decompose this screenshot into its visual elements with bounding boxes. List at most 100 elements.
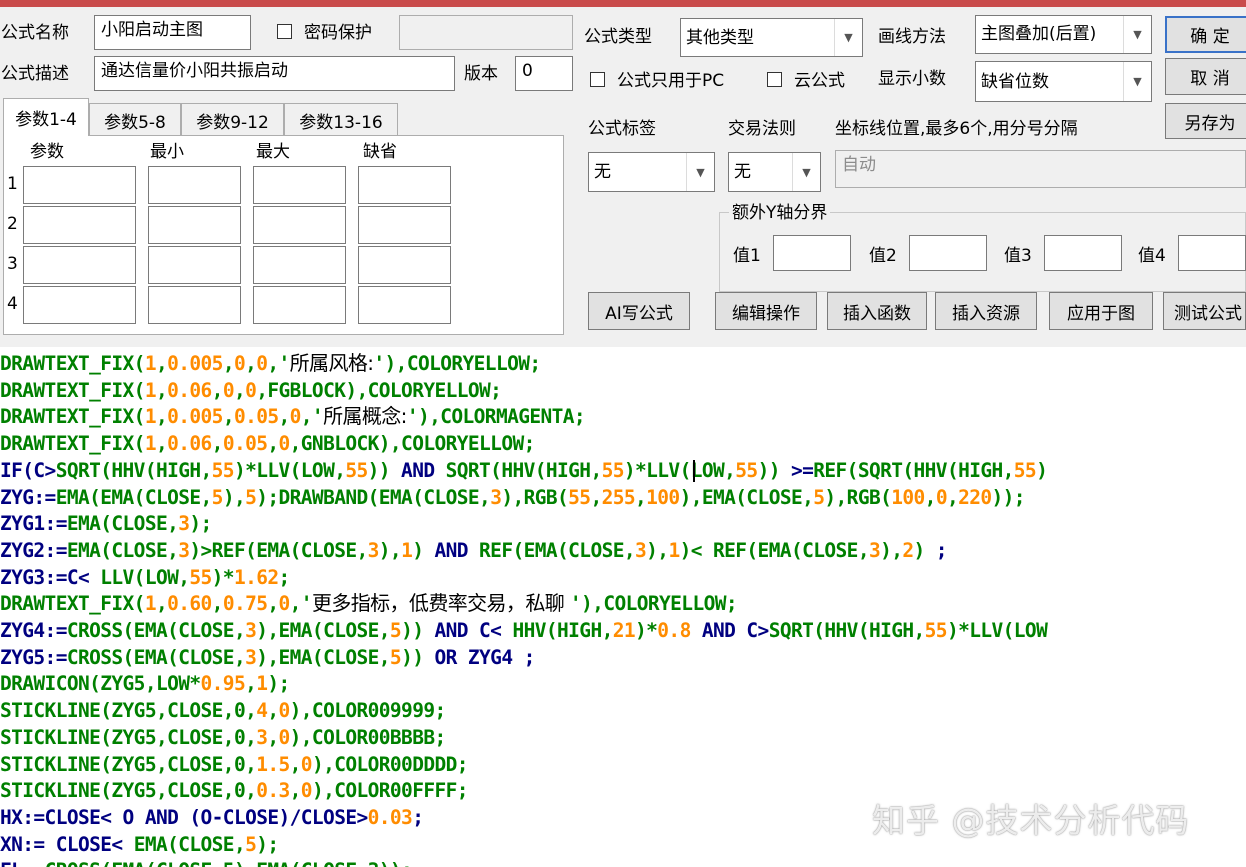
code-token: , xyxy=(155,432,168,456)
code-token: )< xyxy=(679,538,703,562)
param-min-input[interactable] xyxy=(148,246,241,284)
code-line[interactable]: DRAWICON(ZYG5,LOW*0.95,1); xyxy=(0,670,290,697)
param-min-input[interactable] xyxy=(148,286,241,324)
code-editor[interactable]: DRAWTEXT_FIX(1,0.005,0,0,'所属风格:'),COLORY… xyxy=(0,347,1246,867)
param-default-input[interactable] xyxy=(358,206,451,244)
code-line[interactable]: IF(C>SQRT(HHV(HIGH,55)*LLV(LOW,55)) AND … xyxy=(0,457,1048,484)
formula-tag-select[interactable]: 无 ▼ xyxy=(588,152,715,192)
param-row-number: 1 xyxy=(7,174,18,194)
password-checkbox[interactable] xyxy=(277,24,292,39)
code-line[interactable]: ZYG:=EMA(EMA(CLOSE,5),5);DRAWBAND(EMA(CL… xyxy=(0,484,1026,511)
code-line[interactable]: STICKLINE(ZYG5,CLOSE,0,0.3,0),COLOR00FFF… xyxy=(0,777,469,804)
code-token: )* xyxy=(211,565,235,589)
code-token: AND C< xyxy=(423,619,513,642)
code-line[interactable]: ZYG3:=C< LLV(LOW,55)*1.62; xyxy=(0,564,290,591)
code-line[interactable]: STICKLINE(ZYG5,CLOSE,0,3,0),COLOR00BBBB; xyxy=(0,724,446,751)
apply-to-chart-button[interactable]: 应用于图 xyxy=(1049,292,1153,330)
code-token: ; xyxy=(412,805,424,829)
value3-input[interactable] xyxy=(1044,235,1122,271)
code-token: 5 xyxy=(245,832,257,856)
tab-params-5-8[interactable]: 参数5-8 xyxy=(89,103,181,136)
text-caret xyxy=(693,459,695,482)
password-input[interactable] xyxy=(399,15,573,50)
code-token: )*LLV(LOW, xyxy=(233,458,346,482)
insert-function-button[interactable]: 插入函数 xyxy=(827,292,927,330)
code-token: 21 xyxy=(612,619,636,642)
code-line[interactable]: ZYG2:=EMA(CLOSE,3)>REF(EMA(CLOSE,3),1) A… xyxy=(0,537,948,564)
param-min-input[interactable] xyxy=(148,166,241,204)
insert-resource-button[interactable]: 插入资源 xyxy=(935,292,1037,330)
code-line[interactable]: XN:= CLOSE< EMA(CLOSE,5); xyxy=(0,831,279,858)
tab-params-1-4[interactable]: 参数1-4 xyxy=(3,98,89,136)
cloud-formula-checkbox[interactable] xyxy=(767,72,782,87)
param-name-input[interactable] xyxy=(23,166,136,204)
param-max-input[interactable] xyxy=(253,246,346,284)
code-line[interactable]: ZYG4:=CROSS(EMA(CLOSE,3),EMA(CLOSE,5)) A… xyxy=(0,617,1048,644)
param-max-input[interactable] xyxy=(253,166,346,204)
param-default-input[interactable] xyxy=(358,286,451,324)
code-line[interactable]: DRAWTEXT_FIX(1,0.005,0,0,'所属风格:'),COLORY… xyxy=(0,350,541,377)
code-line[interactable]: DRAWTEXT_FIX(1,0.005,0.05,0,'所属概念:'),COL… xyxy=(0,403,586,430)
code-token: ; xyxy=(278,565,291,589)
code-token: SQRT(HHV(HIGH, xyxy=(445,458,603,482)
trade-rule-select[interactable]: 无 ▼ xyxy=(728,152,821,192)
code-line[interactable]: ZYG5:=CROSS(EMA(CLOSE,3),EMA(CLOSE,5)) O… xyxy=(0,644,535,671)
draw-method-select[interactable]: 主图叠加(后置) ▼ xyxy=(975,15,1152,54)
value2-input[interactable] xyxy=(909,235,987,271)
code-token: 3 xyxy=(490,485,502,509)
param-default-input[interactable] xyxy=(358,246,451,284)
code-token: )* xyxy=(635,619,658,642)
param-max-input[interactable] xyxy=(253,206,346,244)
tab-params-13-16[interactable]: 参数13-16 xyxy=(284,103,398,136)
code-line[interactable]: STICKLINE(ZYG5,CLOSE,0,1.5,0),COLOR00DDD… xyxy=(0,751,469,778)
ai-write-formula-button[interactable]: AI写公式 xyxy=(588,292,690,330)
code-line[interactable]: FL:=CROSS(EMA(CLOSE,5),EMA(CLOSE,3)); xyxy=(0,857,413,867)
code-line[interactable]: DRAWTEXT_FIX(1,0.60,0.75,0,'更多指标，低费率交易，私… xyxy=(0,590,738,617)
param-min-input[interactable] xyxy=(148,206,241,244)
param-default-input[interactable] xyxy=(358,166,451,204)
code-token: , xyxy=(222,352,235,375)
formula-desc-input[interactable]: 通达信量价小阳共振启动 xyxy=(94,56,455,91)
code-token: ),COLOR00DDDD; xyxy=(311,752,469,776)
version-input[interactable]: 0 xyxy=(515,56,573,91)
param-name-input[interactable] xyxy=(23,206,136,244)
code-token: SQRT(HHV(HIGH, xyxy=(55,458,213,482)
formula-desc-label: 公式描述 xyxy=(1,64,69,84)
value4-input[interactable] xyxy=(1178,235,1246,271)
code-line[interactable]: DRAWTEXT_FIX(1,0.06,0,0,FGBLOCK),COLORYE… xyxy=(0,377,502,404)
param-name-input[interactable] xyxy=(23,246,136,284)
code-token: 0.95 xyxy=(200,672,246,696)
axis-position-input[interactable]: 自动 xyxy=(835,150,1246,188)
tab-params-9-12[interactable]: 参数9-12 xyxy=(181,103,284,136)
test-formula-button[interactable]: 测试公式 xyxy=(1163,292,1246,330)
value1-input[interactable] xyxy=(773,235,851,271)
code-line[interactable]: HX:=CLOSE< O AND (O-CLOSE)/CLOSE>0.03; xyxy=(0,804,424,831)
decimal-select[interactable]: 缺省位数 ▼ xyxy=(975,61,1152,102)
pc-only-checkbox[interactable] xyxy=(590,72,605,87)
formula-type-select[interactable]: 其他类型 ▼ xyxy=(680,18,863,57)
code-line[interactable]: STICKLINE(ZYG5,CLOSE,0,4,0),COLOR009999; xyxy=(0,697,446,724)
code-token: 0 xyxy=(222,378,235,402)
code-token: 1 xyxy=(144,352,157,375)
code-token: )>REF(EMA(CLOSE, xyxy=(189,538,368,562)
save-as-button[interactable]: 另存为 xyxy=(1165,103,1246,139)
cancel-button[interactable]: 取 消 xyxy=(1165,58,1246,95)
code-token: 1 xyxy=(144,432,157,456)
ok-button[interactable]: 确 定 xyxy=(1165,16,1246,53)
code-token: 3 xyxy=(635,538,647,562)
code-token: , xyxy=(924,485,937,509)
code-token: DRAWTEXT_FIX( xyxy=(0,378,145,402)
param-name-input[interactable] xyxy=(23,286,136,324)
formula-name-input[interactable]: 小阳启动主图 xyxy=(94,15,251,50)
param-max-input[interactable] xyxy=(253,286,346,324)
code-line[interactable]: DRAWTEXT_FIX(1,0.06,0.05,0,GNBLOCK),COLO… xyxy=(0,430,535,457)
watermark: 知乎 @技术分析代码 xyxy=(872,801,1190,840)
code-token: 0.60 xyxy=(167,592,212,616)
code-token: ),COLOR00BBBB; xyxy=(289,725,447,749)
code-token: 3 xyxy=(178,512,190,536)
code-token: COLORYELLOW; xyxy=(406,352,541,375)
edit-operation-button[interactable]: 编辑操作 xyxy=(715,292,817,330)
trade-rule-label: 交易法则 xyxy=(728,119,796,139)
code-token: ),RGB( xyxy=(501,485,569,509)
code-line[interactable]: ZYG1:=EMA(CLOSE,3); xyxy=(0,510,212,537)
